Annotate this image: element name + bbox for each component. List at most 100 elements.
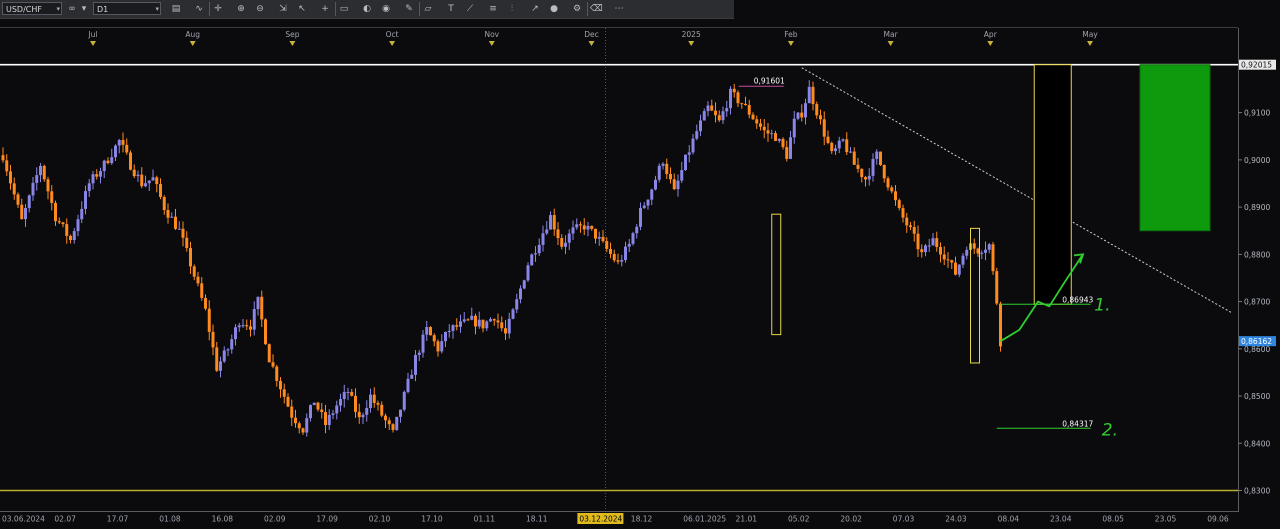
- bear-candle: [950, 260, 954, 263]
- bull-candle: [804, 103, 807, 118]
- bear-candle: [204, 297, 207, 309]
- projection-box: [1033, 64, 1072, 305]
- bear-candle: [9, 171, 12, 184]
- bull-candle: [327, 414, 331, 426]
- bull-candle: [256, 296, 260, 310]
- bull-candle: [796, 112, 800, 119]
- bull-candle: [91, 174, 95, 184]
- bear-candle: [174, 216, 177, 229]
- bear-candle: [747, 104, 751, 115]
- month-label: Mar: [884, 30, 899, 39]
- bear-candle: [954, 262, 957, 275]
- bear-candle: [432, 335, 436, 342]
- bear-candle: [972, 243, 976, 249]
- bull-candle: [635, 226, 639, 234]
- bear-candle: [556, 229, 560, 239]
- bull-candle: [110, 157, 114, 164]
- bull-candle: [687, 152, 691, 155]
- bear-candle: [455, 325, 459, 327]
- bull-candle: [586, 225, 590, 230]
- bull-candle: [414, 355, 417, 375]
- bear-candle: [800, 112, 804, 118]
- bull-candle: [961, 255, 965, 265]
- chart-background: [0, 19, 1280, 529]
- bull-candle: [957, 264, 961, 275]
- bear-candle: [12, 183, 16, 195]
- bull-candle: [305, 418, 309, 433]
- price-tick-label: 0,8800: [1244, 250, 1270, 259]
- bull-candle: [222, 350, 226, 362]
- bear-candle: [429, 327, 432, 336]
- level-1-price-label: 0,86943: [1062, 295, 1093, 304]
- bull-candle: [234, 327, 237, 340]
- bear-candle: [762, 126, 766, 131]
- bear-candle: [594, 228, 597, 239]
- bear-candle: [245, 325, 249, 327]
- bear-candle: [357, 411, 361, 418]
- bull-candle: [369, 394, 372, 409]
- bear-candle: [474, 315, 477, 327]
- bull-candle: [252, 309, 256, 330]
- bull-candle: [654, 179, 657, 190]
- bull-candle: [729, 88, 732, 109]
- bear-candle: [294, 417, 297, 424]
- bull-candle: [849, 151, 852, 153]
- bull-candle: [421, 334, 425, 353]
- bull-candle: [534, 253, 537, 255]
- bull-candle: [834, 148, 837, 152]
- price-chart[interactable]: Jul Aug Sep Oct Nov Dec 2025 Feb Mar Apr May 0,830…: [0, 0, 1280, 529]
- date-label: 08.05: [1102, 515, 1124, 524]
- bear-candle: [845, 139, 849, 153]
- bear-candle: [260, 296, 264, 320]
- bull-candle: [31, 182, 35, 196]
- bull-candle: [237, 325, 241, 328]
- bear-candle: [57, 221, 61, 223]
- bull-candle: [867, 175, 871, 180]
- date-label: 23.04: [1050, 515, 1072, 524]
- bear-candle: [271, 362, 275, 367]
- date-label: 21.01: [736, 515, 758, 524]
- bull-candle: [541, 233, 545, 245]
- bear-candle: [665, 163, 669, 175]
- bear-candle: [905, 217, 909, 226]
- month-label: Sep: [285, 30, 299, 39]
- bear-candle: [751, 114, 755, 120]
- bear-candle: [669, 174, 672, 180]
- bear-candle: [579, 224, 582, 226]
- bear-candle: [901, 208, 905, 218]
- bear-candle: [605, 241, 609, 249]
- date-label: 08.04: [998, 515, 1020, 524]
- bull-candle: [537, 244, 541, 254]
- bull-candle: [477, 319, 481, 327]
- bear-candle: [20, 204, 24, 220]
- bull-candle: [571, 227, 575, 234]
- bull-candle: [931, 238, 935, 246]
- bull-candle: [35, 175, 39, 183]
- price-tick-label: 0,8500: [1244, 392, 1270, 401]
- bear-candle: [830, 142, 834, 152]
- month-label: Jul: [87, 30, 97, 39]
- bear-candle: [286, 396, 290, 407]
- bear-candle: [939, 247, 942, 255]
- bull-candle: [770, 133, 774, 135]
- bull-candle: [406, 378, 410, 392]
- price-tick-label: 0,8700: [1244, 298, 1270, 307]
- month-label: Oct: [386, 30, 399, 39]
- bull-candle: [425, 327, 429, 335]
- bear-candle: [995, 271, 999, 304]
- date-label: 09.06: [1207, 515, 1229, 524]
- bear-candle: [207, 308, 211, 332]
- bull-candle: [871, 158, 875, 176]
- bull-candle: [807, 86, 811, 104]
- bear-candle: [354, 395, 357, 412]
- bull-candle: [515, 299, 519, 310]
- bull-candle: [841, 139, 845, 141]
- bull-candle: [620, 260, 624, 262]
- date-label: 18.12: [631, 515, 653, 524]
- bear-candle: [301, 428, 305, 433]
- date-label: 20.02: [840, 515, 862, 524]
- bull-candle: [309, 405, 312, 419]
- bear-candle: [991, 244, 995, 272]
- bear-candle: [46, 179, 50, 192]
- bear-candle: [879, 151, 882, 165]
